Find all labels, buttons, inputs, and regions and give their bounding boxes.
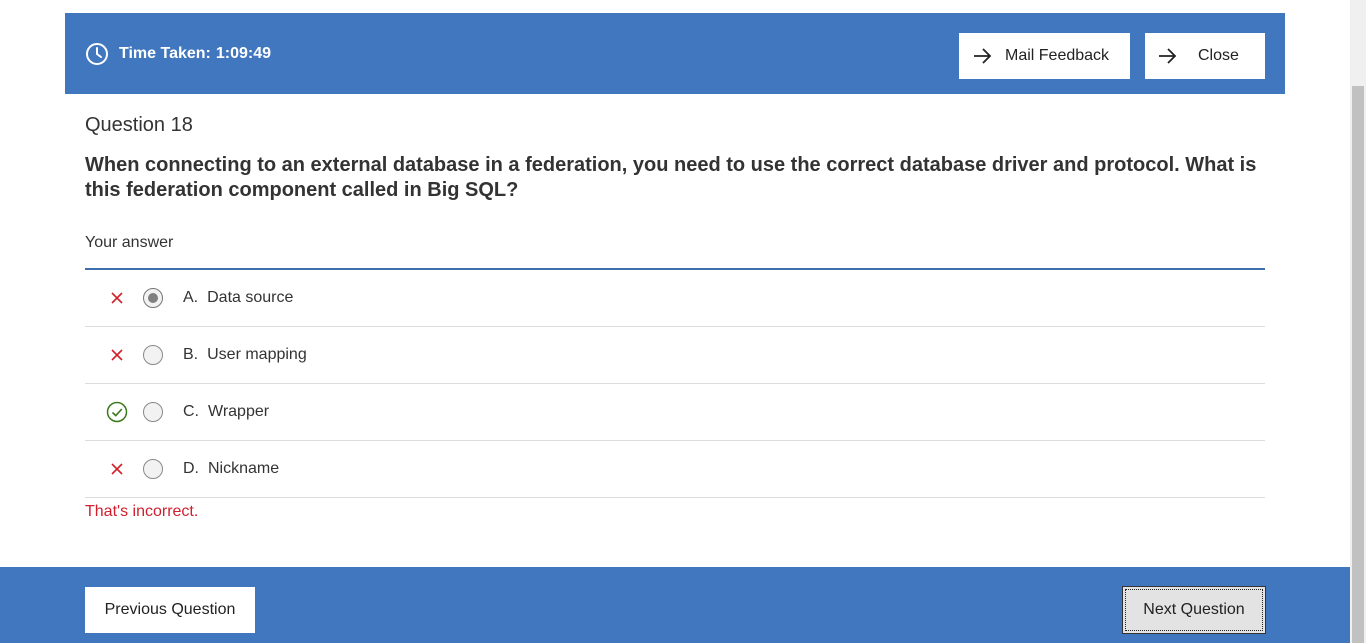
next-question-button[interactable]: Next Question (1122, 586, 1266, 634)
radio-button[interactable] (143, 288, 163, 308)
question-number: Question 18 (85, 114, 193, 136)
question-text: When connecting to an external database … (85, 154, 1257, 201)
answer-option-a[interactable]: A. Data source (85, 270, 1265, 327)
radio-button[interactable] (143, 402, 163, 422)
previous-question-button[interactable]: Previous Question (85, 587, 255, 633)
answer-feedback: That's incorrect. (85, 503, 199, 520)
radio-button[interactable] (143, 345, 163, 365)
arrow-right-icon (974, 48, 992, 64)
option-text: Wrapper (208, 403, 270, 420)
close-button[interactable]: Close (1145, 33, 1265, 79)
answer-option-b[interactable]: B. User mapping (85, 327, 1265, 384)
option-text: Nickname (208, 460, 280, 477)
option-text: User mapping (207, 346, 307, 363)
scrollbar-thumb[interactable] (1352, 86, 1364, 643)
incorrect-x-icon (106, 344, 128, 366)
option-letter: B. (183, 346, 199, 363)
time-taken-value: 1:09:49 (215, 44, 272, 62)
option-letter: A. (183, 289, 199, 306)
timer: Time Taken: 1:09:49 (85, 13, 271, 94)
close-label: Close (1198, 47, 1239, 64)
answer-options: A. Data source B. User mapping C. Wrappe… (85, 270, 1265, 498)
quiz-header: Time Taken: 1:09:49 Mail Feedback Close (65, 13, 1285, 94)
answer-option-c[interactable]: C. Wrapper (85, 384, 1265, 441)
incorrect-x-icon (106, 458, 128, 480)
option-text: Data source (207, 289, 294, 306)
your-answer-heading: Your answer (85, 234, 174, 251)
quiz-footer: Previous Question Next Question (0, 567, 1350, 643)
vertical-scrollbar[interactable] (1350, 0, 1366, 643)
mail-feedback-button[interactable]: Mail Feedback (959, 33, 1130, 79)
answer-option-d[interactable]: D. Nickname (85, 441, 1265, 498)
option-letter: D. (183, 460, 199, 477)
correct-check-icon (106, 401, 128, 423)
mail-feedback-label: Mail Feedback (1005, 47, 1110, 64)
radio-button[interactable] (143, 459, 163, 479)
clock-icon (86, 42, 108, 65)
option-letter: C. (183, 403, 199, 420)
arrow-right-icon (1159, 48, 1177, 64)
incorrect-x-icon (106, 287, 128, 309)
time-taken-label: Time Taken: (119, 44, 211, 62)
